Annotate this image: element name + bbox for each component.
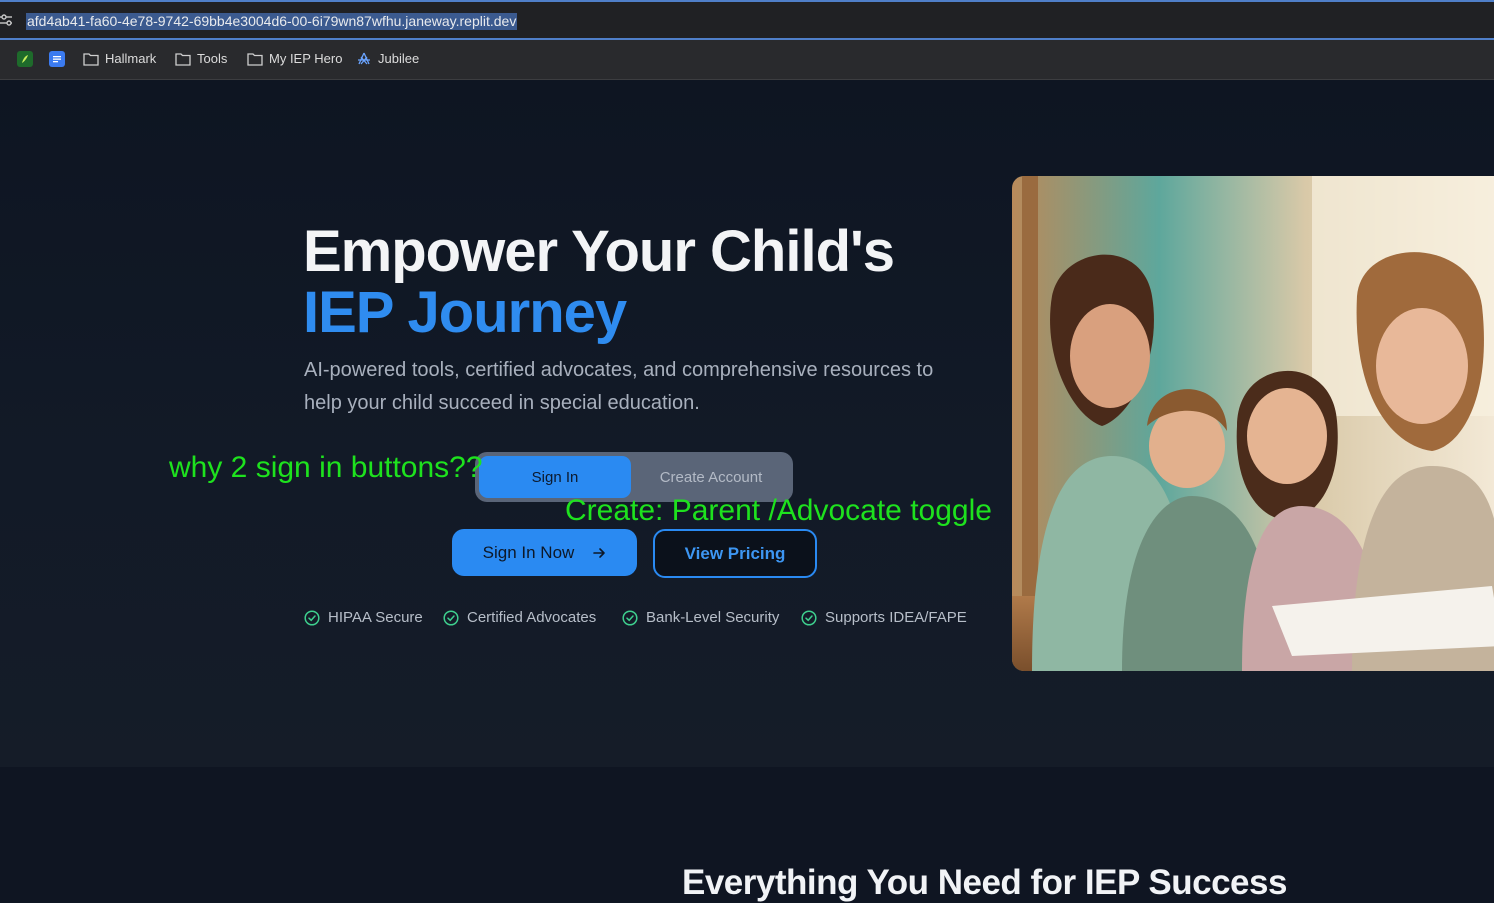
bookmark-docs[interactable] bbox=[49, 51, 65, 67]
bookmark-label: Hallmark bbox=[105, 51, 157, 66]
hero-subtitle: AI-powered tools, certified advocates, a… bbox=[304, 359, 934, 414]
annotation-note: why 2 sign in buttons?? bbox=[169, 451, 483, 484]
check-circle-icon bbox=[801, 609, 817, 626]
section-title: Everything You Need for IEP Success bbox=[682, 863, 1287, 902]
hero-title-highlight: IEP Journey bbox=[303, 280, 627, 345]
bookmark-hallmark[interactable]: Hallmark bbox=[83, 51, 156, 66]
sign-in-now-button[interactable]: Sign In Now bbox=[452, 529, 637, 576]
replit-icon bbox=[17, 51, 33, 67]
button-label: Sign In Now bbox=[482, 542, 575, 562]
bookmark-jubilee[interactable]: Jubilee bbox=[356, 51, 419, 66]
address-bar[interactable]: afd4ab41-fa60-4e78-9742-69bb4e3004d6-00-… bbox=[0, 0, 1494, 40]
trust-badge: Certified Advocates bbox=[443, 609, 596, 626]
bookmark-label: Tools bbox=[197, 51, 228, 66]
hero-section: Empower Your Child's IEP Journey AI-powe… bbox=[0, 80, 1494, 767]
trust-badge: Supports IDEA/FAPE bbox=[801, 609, 967, 626]
toggle-create-account[interactable]: Create Account bbox=[633, 456, 789, 498]
check-circle-icon bbox=[622, 609, 638, 626]
bookmark-tools[interactable]: Tools bbox=[175, 51, 227, 66]
trust-badge: HIPAA Secure bbox=[304, 609, 423, 626]
folder-icon bbox=[175, 52, 191, 66]
bookmark-label: Jubilee bbox=[378, 51, 420, 66]
hero-title: Empower Your Child's bbox=[303, 219, 895, 284]
trust-badge-label: Bank-Level Security bbox=[646, 609, 780, 626]
google-docs-icon bbox=[49, 51, 65, 67]
jubilee-icon bbox=[358, 52, 370, 64]
toggle-sign-in[interactable]: Sign In bbox=[479, 456, 631, 498]
folder-icon bbox=[247, 52, 263, 66]
hero-family-photo bbox=[1012, 176, 1494, 671]
folder-icon bbox=[83, 52, 99, 66]
trust-badge-label: Certified Advocates bbox=[467, 609, 597, 626]
annotation-note: Create: Parent /Advocate toggle bbox=[565, 494, 992, 527]
site-settings-icon[interactable] bbox=[0, 12, 14, 28]
check-circle-icon bbox=[443, 609, 459, 626]
trust-badge-label: HIPAA Secure bbox=[328, 609, 423, 626]
features-section: Everything You Need for IEP Success bbox=[0, 767, 1494, 902]
check-circle-icon bbox=[304, 609, 320, 626]
bookmark-my-iep-hero[interactable]: My IEP Hero bbox=[247, 51, 342, 66]
view-pricing-button[interactable]: View Pricing bbox=[653, 529, 817, 578]
bookmarks-bar: Hallmark Tools My IEP Hero Jubilee bbox=[0, 40, 1494, 80]
bookmark-replit[interactable] bbox=[17, 51, 33, 67]
trust-badge-label: Supports IDEA/FAPE bbox=[825, 609, 967, 626]
url-text[interactable]: afd4ab41-fa60-4e78-9742-69bb4e3004d6-00-… bbox=[26, 13, 518, 30]
bookmark-label: My IEP Hero bbox=[269, 51, 343, 66]
arrow-right-icon bbox=[593, 547, 606, 558]
trust-badge: Bank-Level Security bbox=[622, 609, 779, 626]
